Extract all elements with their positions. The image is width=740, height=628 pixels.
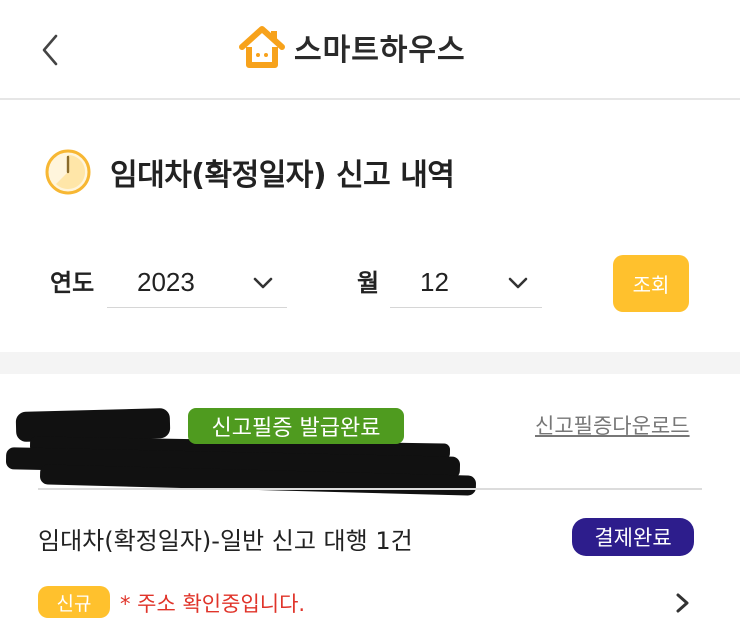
logo-text: 스마트하우스 xyxy=(294,33,466,68)
app-logo[interactable]: 스마트하우스 xyxy=(238,22,466,72)
year-value: 2023 xyxy=(137,267,195,297)
house-icon xyxy=(239,26,285,68)
detail-button[interactable] xyxy=(672,590,694,616)
month-select[interactable]: 12 xyxy=(390,258,542,308)
month-label: 월 xyxy=(357,269,380,297)
back-button[interactable] xyxy=(34,28,74,72)
chevron-down-icon xyxy=(253,277,273,288)
status-badge: 신고필증 발급완료 xyxy=(188,408,404,444)
payment-status-badge: 결제완료 xyxy=(572,518,694,556)
year-select[interactable]: 2023 xyxy=(107,258,287,308)
page-title: 임대차(확정일자) 신고 내역 xyxy=(110,158,455,193)
year-label: 연도 xyxy=(50,269,95,297)
chevron-left-icon xyxy=(42,34,58,66)
section-divider xyxy=(0,352,740,374)
month-value: 12 xyxy=(420,267,449,297)
search-button[interactable]: 조회 xyxy=(613,255,689,312)
address-notice: * 주소 확인중입니다. xyxy=(120,592,306,616)
chevron-right-icon xyxy=(676,593,689,613)
chevron-down-icon xyxy=(508,277,528,288)
download-link[interactable]: 신고필증다운로드 xyxy=(535,410,690,440)
page-title-row: 임대차(확정일자) 신고 내역 xyxy=(44,148,455,196)
service-title: 임대차(확정일자)-일반 신고 대행 1건 xyxy=(38,527,413,555)
card-divider xyxy=(38,488,702,490)
new-badge: 신규 xyxy=(38,586,110,618)
clock-icon xyxy=(45,149,91,195)
app-header: 스마트하우스 xyxy=(0,0,740,100)
